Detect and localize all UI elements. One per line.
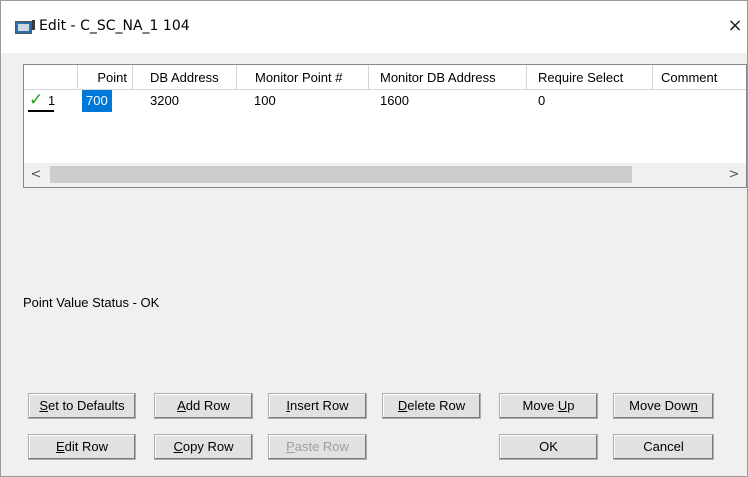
cell-monitor-point[interactable]: 100 — [254, 90, 276, 112]
accelerator-key: n — [690, 398, 698, 413]
scroll-right-icon[interactable]: > — [722, 163, 746, 187]
row-indicator[interactable]: ✓ 1 — [26, 90, 76, 112]
accelerator-key: A — [177, 398, 186, 413]
button-label: dd Row — [185, 398, 230, 413]
title-bar: Edit - C_SC_NA_1 104 × — [1, 1, 747, 53]
column-header-db-address[interactable]: DB Address — [133, 65, 237, 90]
cancel-button[interactable]: Cancel — [613, 434, 714, 460]
button-label: Cancel — [643, 439, 684, 454]
button-label: et to Defaults — [48, 398, 125, 413]
cell-require-select[interactable]: 0 — [538, 90, 545, 112]
button-label: opy Row — [182, 439, 234, 454]
copy-row-button[interactable]: Copy Row — [154, 434, 253, 460]
column-header-point[interactable]: Point — [78, 65, 133, 90]
ok-button[interactable]: OK — [499, 434, 598, 460]
move-up-button[interactable]: Move Up — [499, 393, 598, 419]
column-header-require-select[interactable]: Require Select — [527, 65, 653, 90]
column-header-monitor-point[interactable]: Monitor Point # — [237, 65, 369, 90]
move-down-button[interactable]: Move Down — [613, 393, 714, 419]
add-row-button[interactable]: Add Row — [154, 393, 253, 419]
button-label: Move Dow — [629, 398, 691, 413]
close-button[interactable]: × — [723, 13, 747, 39]
delete-row-button[interactable]: Delete Row — [382, 393, 481, 419]
accelerator-key: U — [557, 398, 568, 413]
edit-row-button[interactable]: Edit Row — [28, 434, 136, 460]
paste-row-button[interactable]: Paste Row — [268, 434, 367, 460]
button-label: p — [567, 398, 575, 413]
button-label: dit Row — [64, 439, 109, 454]
row-number: 1 — [48, 93, 56, 108]
app-window-icon — [15, 20, 35, 34]
column-header-monitor-db-address[interactable]: Monitor DB Address — [369, 65, 527, 90]
insert-row-button[interactable]: Insert Row — [268, 393, 367, 419]
scrollbar-thumb[interactable] — [50, 166, 632, 183]
accelerator-key: C — [173, 439, 183, 454]
cell-monitor-db-address[interactable]: 1600 — [380, 90, 409, 112]
button-label: OK — [539, 439, 558, 454]
button-label: aste Row — [294, 439, 349, 454]
window-title: Edit - C_SC_NA_1 104 — [39, 18, 190, 34]
column-header-row-indicator[interactable] — [24, 65, 78, 90]
row-current-marker — [28, 110, 54, 112]
set-to-defaults-button[interactable]: Set to Defaults — [28, 393, 136, 419]
button-label: elete Row — [407, 398, 466, 413]
scroll-left-icon[interactable]: < — [24, 163, 48, 187]
accelerator-key: P — [286, 439, 295, 454]
button-label: nsert Row — [290, 398, 349, 413]
accelerator-key: S — [39, 398, 49, 413]
edit-dialog: Edit - C_SC_NA_1 104 × Point DB Address … — [0, 0, 748, 477]
button-label: Move — [522, 398, 558, 413]
point-value-status: Point Value Status - OK — [23, 295, 160, 310]
points-grid[interactable]: Point DB Address Monitor Point # Monitor… — [23, 64, 747, 188]
cell-point[interactable]: 700 — [82, 90, 112, 112]
cell-db-address[interactable]: 3200 — [150, 90, 179, 112]
accelerator-key: E — [55, 439, 65, 454]
check-icon: ✓ — [29, 90, 44, 110]
horizontal-scrollbar[interactable]: < > — [24, 163, 746, 187]
column-header-comment[interactable]: Comment — [653, 65, 746, 90]
accelerator-key: D — [397, 398, 408, 413]
